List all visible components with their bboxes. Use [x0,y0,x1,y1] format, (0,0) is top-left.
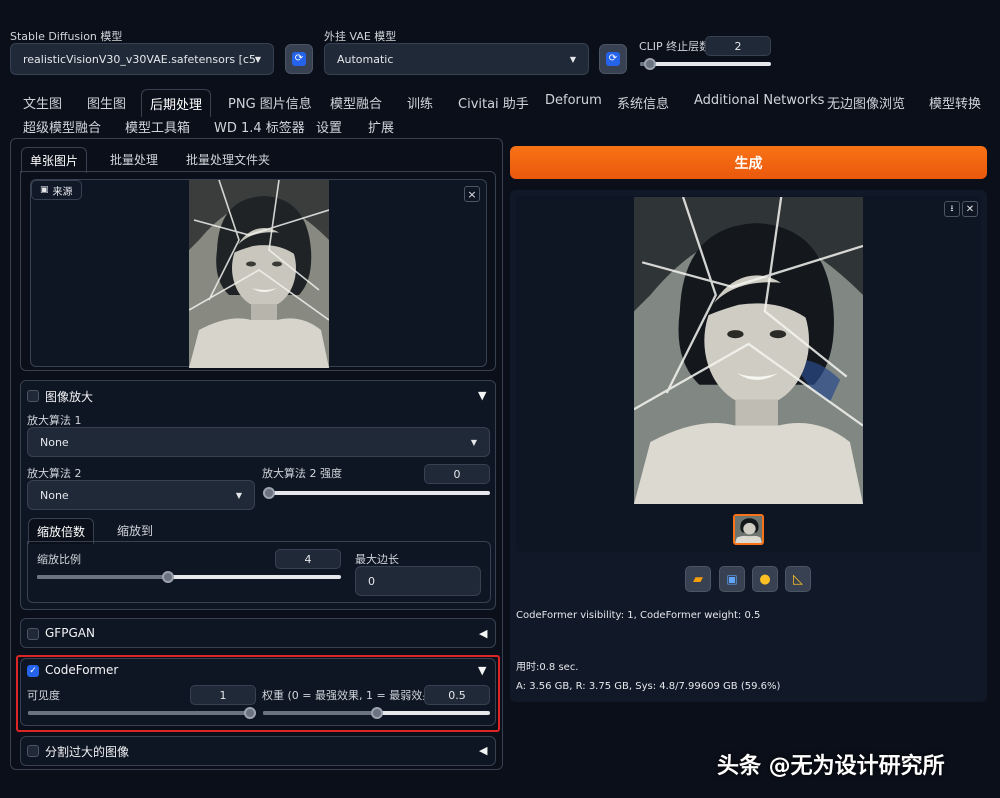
visibility-input[interactable]: 1 [190,685,256,705]
tab-civitai[interactable]: Civitai 助手 [458,93,529,112]
scale-input[interactable]: 4 [275,549,341,569]
tab-train[interactable]: 训练 [407,93,433,112]
output-photo[interactable] [634,197,863,504]
split-checkbox[interactable] [27,745,39,757]
source-image-box[interactable]: ▣ 来源 × [30,179,487,368]
refresh-icon: ⟳ [292,52,306,66]
tab-system-info[interactable]: 系统信息 [617,93,669,112]
algo2-strength-label: 放大算法 2 强度 [262,467,342,480]
source-label-badge: ▣ 来源 [31,180,82,200]
collapse-left-icon[interactable]: ◀ [479,744,487,757]
tab-model-convert[interactable]: 模型转换 [929,93,981,112]
weight-input[interactable]: 0.5 [424,685,490,705]
split-title: 分割过大的图像 [45,745,130,759]
ruler-icon[interactable]: ◺ [785,566,811,592]
gfpgan-title: GFPGAN [45,626,95,640]
tab-wd-tagger[interactable]: WD 1.4 标签器 [214,117,305,136]
max-side-label: 最大边长 [355,553,399,566]
weight-slider[interactable] [263,707,490,719]
slider-thumb[interactable] [644,58,657,70]
upscale-checkbox[interactable] [27,390,39,402]
clip-label: CLIP 终止层数 [639,40,711,53]
tab-super-merge[interactable]: 超级模型融合 [23,117,101,136]
tab-settings[interactable]: 设置 [316,117,342,136]
download-icon[interactable]: ⭳ [944,201,960,217]
vae-dropdown[interactable]: Automatic ▼ [324,43,589,75]
vae-value: Automatic [337,52,394,66]
slider-thumb[interactable] [244,707,256,719]
tab-model-toolbox[interactable]: 模型工具箱 [125,117,190,136]
collapse-down-icon[interactable]: ▼ [478,389,486,402]
codeformer-title: CodeFormer [45,663,119,677]
tab-txt2img[interactable]: 文生图 [23,93,62,112]
image-icon: ▣ [40,185,49,195]
weight-label: 权重 (0 = 最强效果, 1 = 最弱效果) [262,689,438,702]
folder-icon[interactable]: ▰ [685,566,711,592]
chevron-down-icon: ▼ [470,437,477,447]
slider-thumb[interactable] [161,571,174,583]
output-info: CodeFormer visibility: 1, CodeFormer wei… [516,610,761,621]
output-thumbnail[interactable] [733,514,764,545]
upscale-title: 图像放大 [45,390,94,404]
main-tab-bar: 文生图 图生图 后期处理 PNG 图片信息 模型融合 训练 Civitai 助手… [0,89,1000,140]
algo2-strength-input[interactable]: 0 [424,464,490,484]
algo2-label: 放大算法 2 [27,467,82,480]
clip-slider[interactable] [640,58,771,70]
visibility-label: 可见度 [27,689,60,702]
tab-additional-networks[interactable]: Additional Networks [694,93,824,108]
visibility-slider[interactable] [28,707,256,719]
time-taken: 用时:0.8 sec. [516,662,579,673]
algo1-value: None [40,435,69,449]
gfpgan-checkbox[interactable] [27,628,39,640]
vae-label: 外挂 VAE 模型 [324,30,397,43]
refresh-icon: ⟳ [606,52,620,66]
subtab-batch-folder[interactable]: 批量处理文件夹 [186,151,270,168]
source-photo [189,180,329,368]
codeformer-checkbox[interactable]: ✓ [27,665,39,677]
algo2-dropdown[interactable]: None ▼ [27,480,255,510]
chevron-down-icon: ▼ [254,54,261,64]
subtab-single-image[interactable]: 单张图片 [21,147,88,173]
algo1-label: 放大算法 1 [27,414,82,427]
sd-model-dropdown[interactable]: realisticVisionV30_v30VAE.safetensors [c… [10,43,274,75]
scale-label: 缩放比例 [37,553,81,566]
tab-scale-to[interactable]: 缩放到 [117,522,153,539]
clip-value-input[interactable]: 2 [705,36,771,56]
subtab-batch[interactable]: 批量处理 [110,151,158,168]
chevron-down-icon: ▼ [569,54,576,64]
tab-deforum[interactable]: Deforum [545,93,602,108]
tab-merge[interactable]: 模型融合 [330,93,382,112]
algo1-dropdown[interactable]: None ▼ [27,427,490,457]
collapse-left-icon[interactable]: ◀ [479,627,487,640]
source-label: 来源 [52,186,73,198]
tab-extras[interactable]: 后期处理 [141,89,212,117]
chevron-down-icon: ▼ [235,490,242,500]
slider-thumb[interactable] [263,487,275,499]
close-icon[interactable]: ✕ [962,201,978,217]
tab-extensions[interactable]: 扩展 [368,117,394,136]
send-to-img2img-icon[interactable]: ▣ [719,566,745,592]
algo2-value: None [40,488,69,502]
memory-stats: A: 3.56 GB, R: 3.75 GB, Sys: 4.8/7.99609… [516,681,781,692]
max-side-input[interactable]: 0 [355,566,481,596]
sd-model-label: Stable Diffusion 模型 [10,30,123,43]
palette-icon[interactable]: ● [752,566,778,592]
collapse-down-icon[interactable]: ▼ [478,664,486,677]
sd-model-value: realisticVisionV30_v30VAE.safetensors [c… [23,52,255,66]
tab-image-browser[interactable]: 无边图像浏览 [827,93,905,112]
sd-model-refresh-button[interactable]: ⟳ [285,44,313,74]
algo2-strength-slider[interactable] [263,487,490,499]
close-icon[interactable]: × [464,186,480,202]
tab-png-info[interactable]: PNG 图片信息 [228,93,312,112]
watermark: 头条 @无为设计研究所 [717,754,945,779]
tab-img2img[interactable]: 图生图 [87,93,126,112]
generate-button[interactable]: 生成 [510,146,987,179]
slider-thumb[interactable] [370,707,383,719]
scale-slider[interactable] [37,571,341,583]
vae-refresh-button[interactable]: ⟳ [599,44,627,74]
